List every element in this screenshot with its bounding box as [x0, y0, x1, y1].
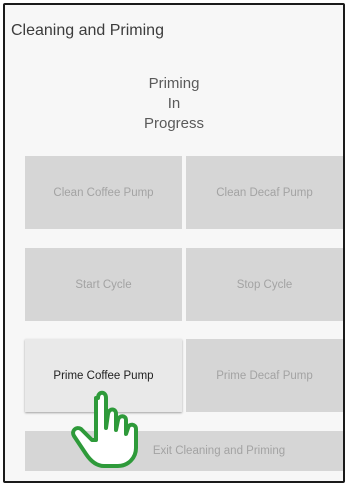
clean-coffee-pump-button[interactable]: Clean Coffee Pump: [25, 156, 182, 229]
app-window: Cleaning and Priming Priming In Progress…: [3, 3, 345, 483]
clean-decaf-pump-button[interactable]: Clean Decaf Pump: [186, 156, 343, 229]
start-cycle-button[interactable]: Start Cycle: [25, 248, 182, 321]
priming-status: Priming In Progress: [5, 74, 343, 134]
page-title: Cleaning and Priming: [11, 22, 164, 39]
hand-pointer-icon: [71, 390, 138, 468]
stop-cycle-button[interactable]: Stop Cycle: [186, 248, 343, 321]
status-line-2: In: [167, 95, 181, 112]
status-line-3: Progress: [143, 115, 205, 132]
prime-decaf-pump-button[interactable]: Prime Decaf Pump: [186, 339, 343, 412]
status-line-1: Priming: [148, 75, 200, 92]
